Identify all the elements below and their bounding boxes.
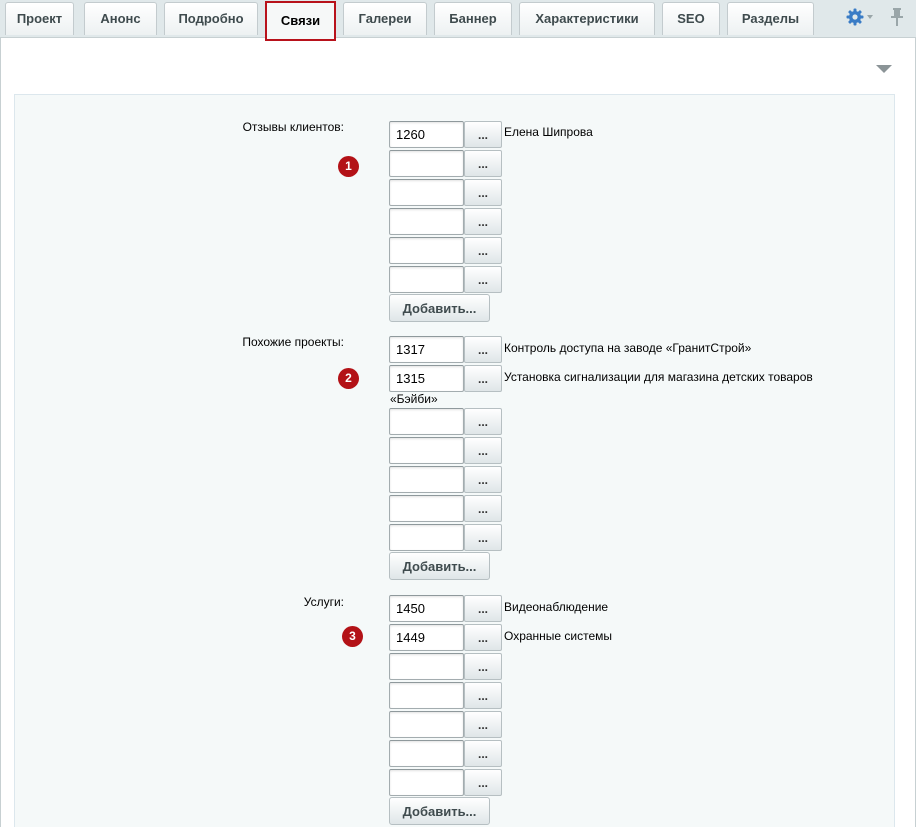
browse-button[interactable]: ... <box>464 336 502 363</box>
link-id-input[interactable] <box>389 408 464 435</box>
tab-galleries[interactable]: Галереи <box>343 2 427 35</box>
chevron-down-icon[interactable] <box>867 15 873 19</box>
browse-button[interactable]: ... <box>464 408 502 435</box>
linked-item-name: Установка сигнализации для магазина детс… <box>504 370 813 384</box>
browse-button[interactable]: ... <box>464 466 502 493</box>
link-id-input[interactable] <box>389 495 464 522</box>
browse-button[interactable]: ... <box>464 437 502 464</box>
tab-sections[interactable]: Разделы <box>727 2 814 35</box>
linked-item-name: Видеонаблюдение <box>504 600 609 614</box>
tab-tools <box>846 8 910 30</box>
browse-button[interactable]: ... <box>464 266 502 293</box>
pin-icon[interactable] <box>890 8 904 26</box>
link-id-input[interactable] <box>389 121 464 148</box>
link-id-input[interactable] <box>389 208 464 235</box>
browse-button[interactable]: ... <box>464 208 502 235</box>
marker-badge: 3 <box>342 626 363 647</box>
browse-button[interactable]: ... <box>464 624 502 651</box>
browse-button[interactable]: ... <box>464 495 502 522</box>
link-id-input[interactable] <box>389 769 464 796</box>
link-id-input[interactable] <box>389 179 464 206</box>
tab-bar: Проект Анонс Подробно Связи Галереи Банн… <box>0 0 916 41</box>
marker-badge: 2 <box>338 368 359 389</box>
browse-button[interactable]: ... <box>464 711 502 738</box>
add-button[interactable]: Добавить... <box>389 797 490 825</box>
browse-button[interactable]: ... <box>464 524 502 551</box>
browse-button[interactable]: ... <box>464 150 502 177</box>
browse-button[interactable]: ... <box>464 179 502 206</box>
marker-badge: 1 <box>338 156 359 177</box>
link-id-input[interactable] <box>389 740 464 767</box>
browse-button[interactable]: ... <box>464 595 502 622</box>
form-panel: Отзывы клиентов: 1 ... Елена Шипрова ...… <box>14 94 895 827</box>
linked-item-name: Елена Шипрова <box>504 125 593 139</box>
link-id-input[interactable] <box>389 150 464 177</box>
tab-links[interactable]: Связи <box>265 1 336 41</box>
field-label-reviews: Отзывы клиентов: <box>242 120 344 134</box>
add-button[interactable]: Добавить... <box>389 294 490 322</box>
add-button[interactable]: Добавить... <box>389 552 490 580</box>
browse-button[interactable]: ... <box>464 365 502 392</box>
tab-seo[interactable]: SEO <box>662 2 720 35</box>
gear-icon[interactable] <box>846 8 864 26</box>
field-label-services: Услуги: <box>303 595 344 609</box>
link-id-input[interactable] <box>389 711 464 738</box>
link-id-input[interactable] <box>389 595 464 622</box>
link-id-input[interactable] <box>389 237 464 264</box>
tab-characteristics[interactable]: Характеристики <box>519 2 655 35</box>
link-id-input[interactable] <box>389 365 464 392</box>
tab-announce[interactable]: Анонс <box>84 2 157 35</box>
field-label-similar-projects: Похожие проекты: <box>242 335 344 349</box>
browse-button[interactable]: ... <box>464 121 502 148</box>
tab-details[interactable]: Подробно <box>164 2 258 35</box>
tab-project[interactable]: Проект <box>5 2 74 35</box>
link-id-input[interactable] <box>389 682 464 709</box>
browse-button[interactable]: ... <box>464 682 502 709</box>
link-id-input[interactable] <box>389 437 464 464</box>
browse-button[interactable]: ... <box>464 769 502 796</box>
browse-button[interactable]: ... <box>464 740 502 767</box>
link-id-input[interactable] <box>389 466 464 493</box>
linked-item-name-continued: «Бэйби» <box>390 392 438 406</box>
linked-item-name: Контроль доступа на заводе «ГранитСтрой» <box>504 341 752 355</box>
link-id-input[interactable] <box>389 624 464 651</box>
link-id-input[interactable] <box>389 336 464 363</box>
linked-item-name: Охранные системы <box>504 629 613 643</box>
browse-button[interactable]: ... <box>464 653 502 680</box>
link-id-input[interactable] <box>389 524 464 551</box>
tab-banner[interactable]: Баннер <box>434 2 512 35</box>
browse-button[interactable]: ... <box>464 237 502 264</box>
link-id-input[interactable] <box>389 266 464 293</box>
link-id-input[interactable] <box>389 653 464 680</box>
triangle-down-icon[interactable] <box>876 65 892 73</box>
